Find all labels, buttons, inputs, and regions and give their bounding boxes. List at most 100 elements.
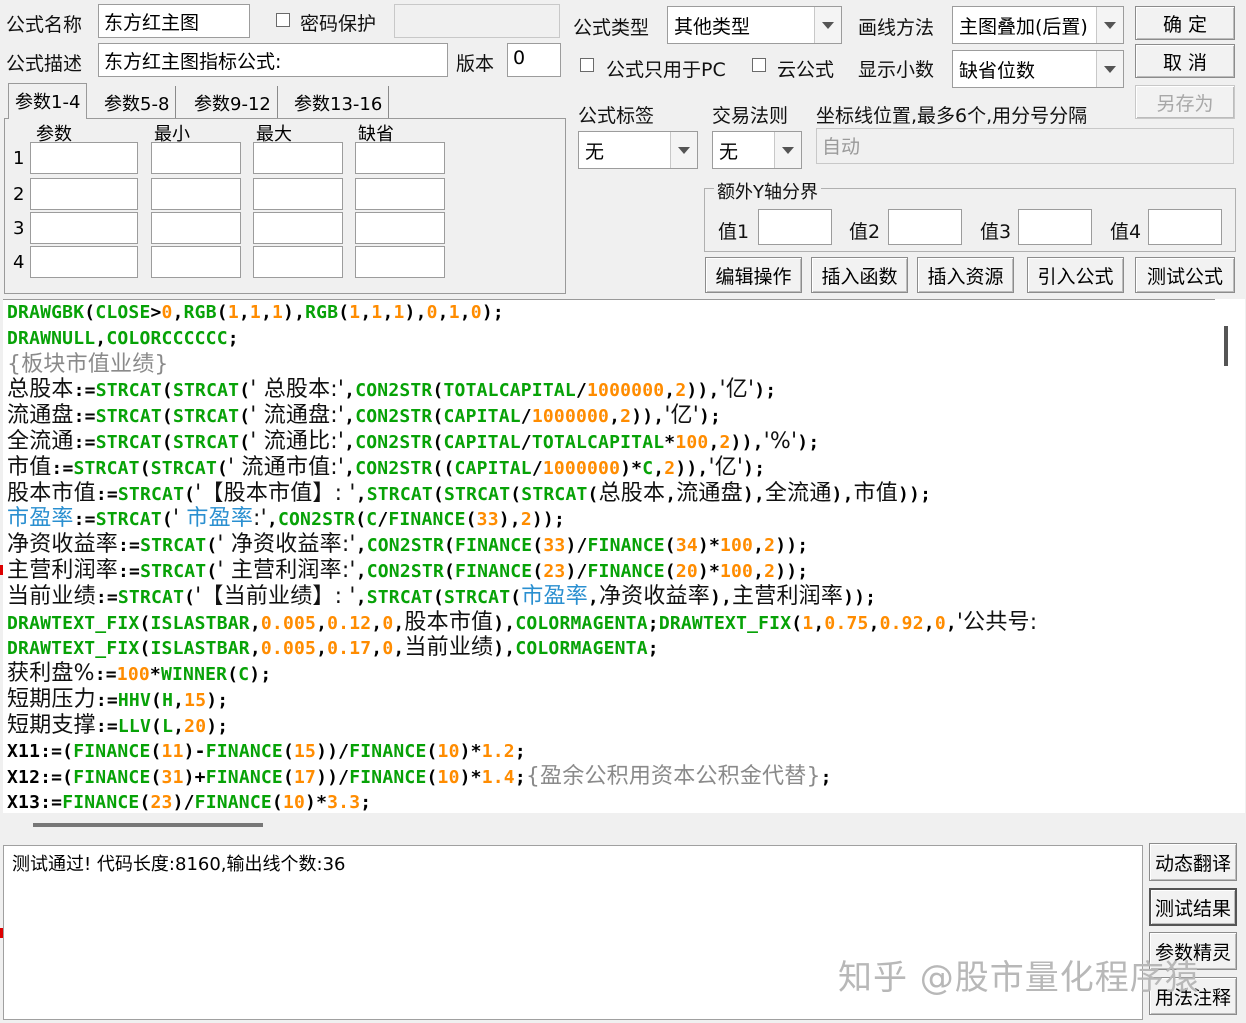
code-token: STRCAT: [366, 586, 433, 608]
code-line[interactable]: 全流通:=STRCAT(STRCAT(' 流通比:',CON2STR(CAPIT…: [7, 429, 819, 455]
password-input[interactable]: [394, 4, 560, 38]
code-line[interactable]: X11:=(FINANCE(11)-FINANCE(15))/FINANCE(1…: [7, 739, 526, 765]
test-formula-button[interactable]: 测试公式: [1135, 257, 1235, 293]
code-line[interactable]: 股本市值:=STRCAT('【股本市值】: ',STRCAT(STRCAT(ST…: [7, 481, 931, 507]
trade-rule-select[interactable]: 无: [712, 131, 802, 169]
tab-params-5-8[interactable]: 参数5-8: [98, 86, 177, 118]
chevron-down-icon[interactable]: [1096, 7, 1123, 43]
formula-name-input[interactable]: 东方红主图: [98, 4, 250, 38]
param-name-input[interactable]: [30, 212, 138, 244]
code-token: ,: [344, 457, 356, 479]
edit-ops-button[interactable]: 编辑操作: [705, 257, 802, 293]
vertical-scroll-thumb[interactable]: [1224, 326, 1228, 366]
code-line[interactable]: DRAWNULL,COLORCCCCCC;: [7, 326, 239, 352]
insert-function-button[interactable]: 插入函数: [811, 257, 908, 293]
code-line[interactable]: DRAWGBK(CLOSE>0,RGB(1,1,1),RGB(1,1,1),0,…: [7, 300, 504, 326]
pc-only-checkbox[interactable]: [580, 58, 594, 72]
param-default-input[interactable]: [355, 142, 445, 174]
code-line[interactable]: 流通盘:=STRCAT(STRCAT(' 流通盘:',CON2STR(CAPIT…: [7, 403, 721, 429]
ok-button[interactable]: 确 定: [1135, 6, 1235, 40]
code-token: ;: [227, 327, 239, 349]
code-token: C: [642, 457, 654, 479]
horizontal-scrollbar[interactable]: [3, 813, 1245, 841]
formula-type-select[interactable]: 其他类型: [667, 6, 842, 44]
value1-input[interactable]: [758, 209, 832, 245]
param-name-input[interactable]: [30, 178, 138, 210]
tab-params-9-12[interactable]: 参数9-12: [188, 86, 278, 118]
code-editor[interactable]: DRAWGBK(CLOSE>0,RGB(1,1,1),RGB(1,1,1),0,…: [3, 299, 1215, 814]
code-line[interactable]: 市盈率:=STRCAT(' 市盈率:',CON2STR(C/FINANCE(33…: [7, 506, 565, 532]
formula-tag-select[interactable]: 无: [578, 131, 698, 169]
code-line[interactable]: X12:=(FINANCE(31)+FINANCE(17))/FINANCE(1…: [7, 764, 832, 790]
code-token: COLORMAGENTA: [515, 612, 648, 634]
code-line[interactable]: 净资收益率:=STRCAT(' 净资收益率:',CON2STR(FINANCE(…: [7, 532, 808, 558]
code-line[interactable]: 总股本:=STRCAT(STRCAT(' 总股本:',CON2STR(TOTAL…: [7, 377, 776, 403]
param-min-input[interactable]: [151, 212, 241, 244]
chevron-down-icon[interactable]: [774, 132, 801, 168]
horizontal-scroll-thumb[interactable]: [33, 823, 263, 827]
draw-method-select[interactable]: 主图叠加(后置): [952, 6, 1124, 44]
param-min-input[interactable]: [151, 246, 241, 278]
param-min-input[interactable]: [151, 178, 241, 210]
chevron-down-icon[interactable]: [1096, 51, 1123, 87]
version-input[interactable]: 0: [507, 43, 561, 77]
param-min-input[interactable]: [151, 142, 241, 174]
code-token: (: [151, 715, 163, 737]
code-line[interactable]: 当前业绩:=STRCAT('【当前业绩】: ',STRCAT(STRCAT(市盈…: [7, 584, 876, 610]
param-name-input[interactable]: [30, 142, 138, 174]
vertical-scrollbar[interactable]: [1215, 299, 1245, 813]
code-token: (: [206, 535, 218, 557]
param-default-input[interactable]: [355, 212, 445, 244]
param-max-input[interactable]: [253, 142, 343, 174]
chevron-down-icon[interactable]: [814, 7, 841, 43]
decimals-select[interactable]: 缺省位数: [952, 50, 1124, 88]
import-formula-button[interactable]: 引入公式: [1027, 257, 1124, 293]
insert-resource-button[interactable]: 插入资源: [917, 257, 1014, 293]
value3-input[interactable]: [1018, 209, 1092, 245]
code-token: (: [432, 380, 444, 402]
code-line[interactable]: DRAWTEXT_FIX(ISLASTBAR,0.005,0.12,0,股本市值…: [7, 610, 1037, 636]
tab-params-13-16[interactable]: 参数13-16: [288, 86, 390, 118]
code-line[interactable]: 短期支撑:=LLV(L,20);: [7, 713, 228, 739]
param-row-number: 4: [13, 252, 25, 273]
tab-params-1-4[interactable]: 参数1-4: [8, 83, 88, 119]
code-token: );: [249, 664, 272, 686]
dynamic-translate-button[interactable]: 动态翻译: [1149, 843, 1237, 881]
code-line[interactable]: 主营利润率:=STRCAT(' 主营利润率:',CON2STR(FINANCE(…: [7, 558, 808, 584]
code-token: ),: [404, 302, 427, 323]
code-token: 0: [470, 302, 482, 323]
param-max-input[interactable]: [253, 246, 343, 278]
code-token: ;: [820, 767, 832, 789]
code-line[interactable]: 市值:=STRCAT(STRCAT(' 流通市值:',CON2STR((CAPI…: [7, 455, 765, 481]
chevron-down-icon[interactable]: [670, 132, 697, 168]
value4-input[interactable]: [1148, 209, 1222, 245]
test-result-button[interactable]: 测试结果: [1149, 888, 1237, 926]
param-max-input[interactable]: [253, 178, 343, 210]
code-token: ,: [344, 432, 356, 453]
code-token: 1: [802, 612, 814, 634]
code-token: ,: [664, 380, 676, 402]
code-token: 1.4: [481, 767, 515, 789]
param-default-input[interactable]: [355, 178, 445, 210]
code-line[interactable]: X13:=FINANCE(23)/FINANCE(10)*3.3;: [7, 790, 371, 814]
value2-input[interactable]: [888, 209, 962, 245]
code-line[interactable]: 短期压力:=HHV(H,15);: [7, 687, 228, 713]
param-name-input[interactable]: [30, 246, 138, 278]
code-token: 股本市值: [404, 609, 494, 635]
param-max-input[interactable]: [253, 212, 343, 244]
save-as-button[interactable]: 另存为: [1135, 85, 1235, 119]
cancel-button[interactable]: 取 消: [1135, 44, 1235, 78]
code-token: ,: [665, 483, 677, 505]
formula-desc-input[interactable]: 东方红主图指标公式:: [98, 43, 448, 77]
code-token: )*: [697, 535, 720, 557]
code-token: :=: [118, 535, 141, 557]
code-line[interactable]: DRAWTEXT_FIX(ISLASTBAR,0.005,0.17,0,当前业绩…: [7, 635, 659, 661]
cloud-checkbox[interactable]: [752, 58, 766, 72]
code-line[interactable]: {板块市值业绩}: [7, 352, 169, 378]
code-token: (: [216, 302, 228, 323]
code-line[interactable]: 获利盘%:=100*WINNER(C);: [7, 661, 271, 687]
param-default-input[interactable]: [355, 246, 445, 278]
axis-position-input[interactable]: 自动: [816, 128, 1234, 164]
code-token: 流通盘: [7, 403, 74, 429]
password-checkbox[interactable]: [276, 13, 290, 27]
